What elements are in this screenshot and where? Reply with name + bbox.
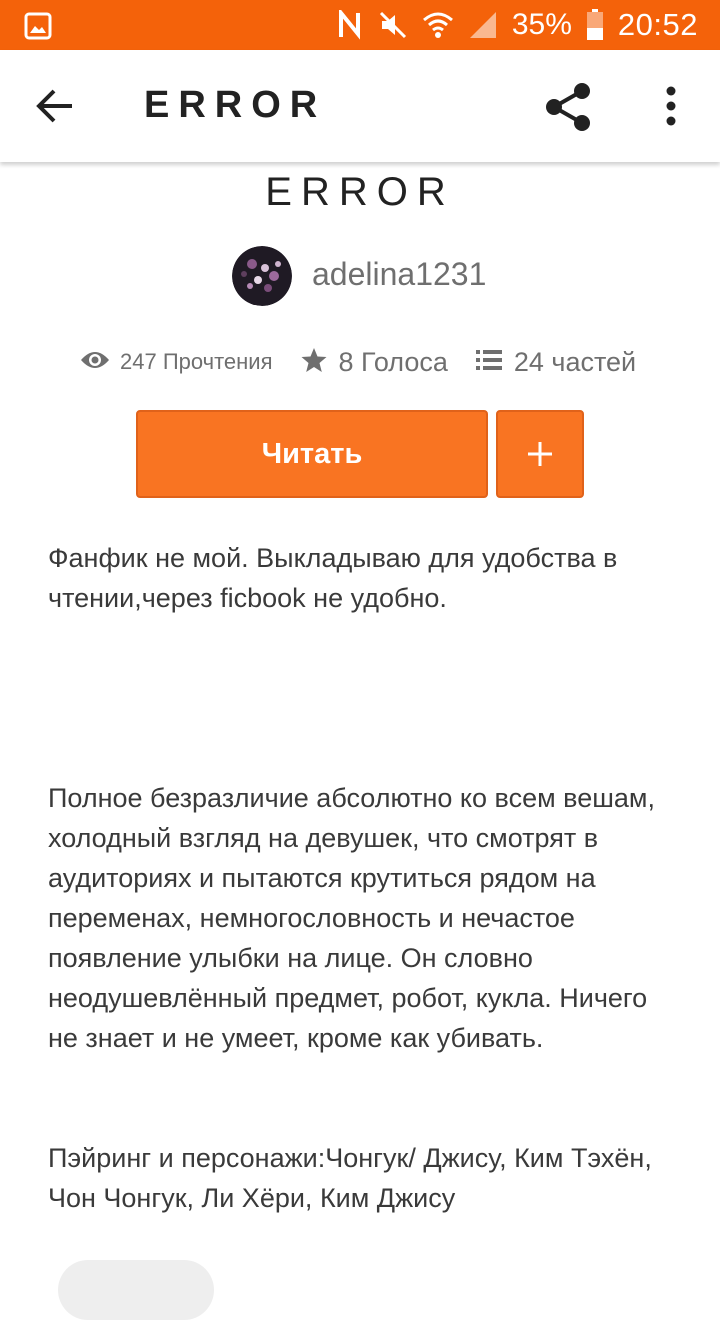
- wifi-icon: [422, 10, 454, 40]
- share-button[interactable]: [540, 80, 596, 134]
- parts-count: 24 частей: [513, 346, 637, 377]
- more-options-button[interactable]: [656, 84, 686, 130]
- votes-count: 8 Голоса: [338, 346, 448, 377]
- more-vert-icon: [666, 86, 676, 126]
- battery-icon: [586, 9, 604, 41]
- avatar[interactable]: [232, 246, 292, 306]
- star-icon: [301, 347, 327, 378]
- battery-percent: 35%: [511, 8, 572, 41]
- back-arrow-icon: [36, 89, 72, 123]
- author-name[interactable]: adelina1231: [312, 256, 486, 293]
- reads-stat: 247 Прочтения: [80, 349, 273, 376]
- story-title: ERROR: [265, 170, 455, 214]
- status-bar: 35% 20:52: [0, 0, 720, 50]
- app-bar-title: ERROR: [144, 84, 327, 126]
- plus-icon: [528, 442, 552, 466]
- back-button[interactable]: [34, 86, 78, 126]
- story-stats: 247 Прочтения 8 Голоса 24 частей: [80, 340, 636, 384]
- signal-icon: [468, 10, 498, 40]
- mute-icon: [378, 10, 408, 40]
- add-to-library-button[interactable]: [496, 410, 584, 498]
- description-paragraph: Пэйринг и персонажи:Чонгук/ Джису, Ким Т…: [48, 1143, 652, 1213]
- votes-stat: 8 Голоса: [301, 347, 448, 378]
- parts-stat: 24 частей: [475, 346, 637, 378]
- clock: 20:52: [617, 7, 698, 42]
- author-avatar-image: [232, 246, 292, 306]
- read-button[interactable]: Читать: [136, 410, 488, 498]
- description-paragraph: Фанфик не мой. Выкладываю для удобства в…: [48, 543, 618, 613]
- description-paragraph: Полное безразличие абсолютно ко всем веш…: [48, 783, 655, 1053]
- reads-count: 247 Прочтения: [120, 349, 273, 374]
- tag-chip[interactable]: [58, 1260, 214, 1320]
- gallery-icon: [24, 12, 52, 40]
- app-bar: ERROR: [0, 50, 720, 162]
- share-icon: [546, 83, 590, 131]
- nfc-icon: [338, 10, 364, 40]
- eye-icon: [80, 349, 110, 376]
- status-icons: 35% 20:52: [338, 0, 698, 50]
- list-icon: [475, 349, 502, 376]
